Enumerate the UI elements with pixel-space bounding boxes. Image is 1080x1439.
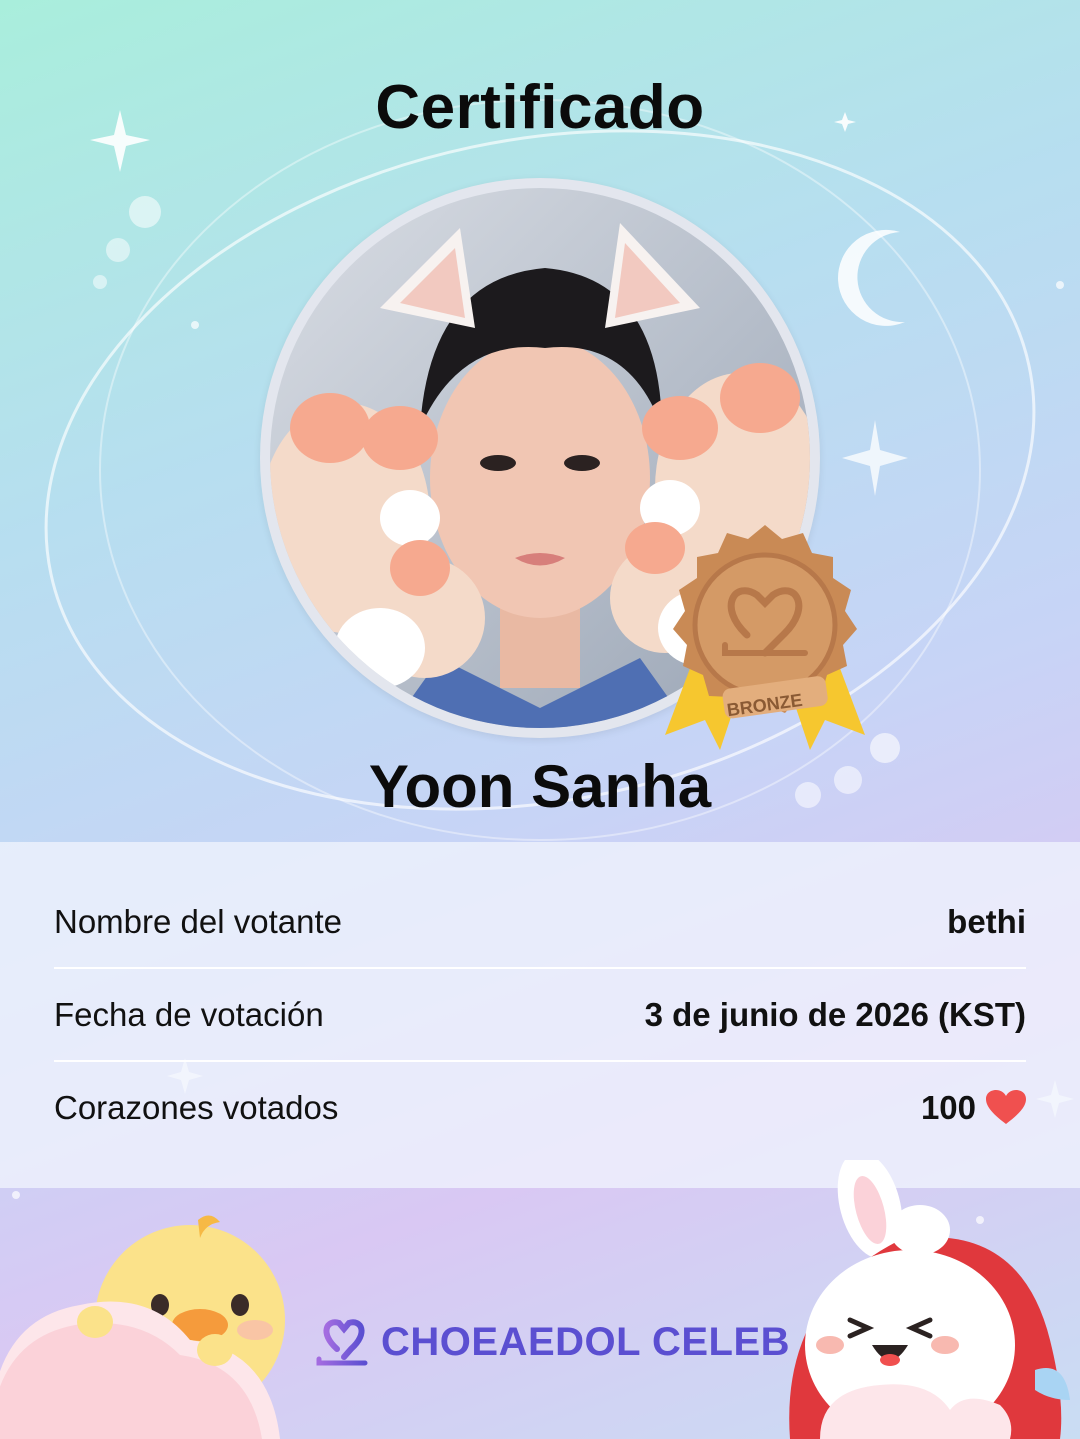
bronze-medal-icon: BRONZE — [665, 525, 865, 750]
detail-label: Corazones votados — [54, 1089, 339, 1126]
brand-name: CHOEAEDOL CELEB — [381, 1319, 791, 1364]
detail-value: 100 — [920, 1089, 976, 1126]
hearts-value-group: 100 — [921, 1089, 1026, 1127]
detail-row-date: Fecha de votación 3 de junio de 2026 (KS… — [54, 969, 1026, 1061]
bunny-mascot-icon — [789, 1160, 1070, 1439]
detail-value: bethi — [947, 903, 1026, 940]
detail-label: Fecha de votación — [54, 996, 324, 1033]
detail-value: 3 de junio de 2026 (KST) — [644, 996, 1026, 1033]
certificate-details: Nombre del votante bethi Fecha de votaci… — [0, 842, 1080, 1188]
brand-logo: CHOEAEDOL CELEB — [315, 1312, 790, 1372]
certificate-title: Certificado — [375, 73, 705, 142]
heart-icon — [986, 1090, 1026, 1124]
chick-mascot-icon — [0, 1215, 285, 1439]
idol-name: Yoon Sanha — [368, 753, 712, 820]
detail-row-voter: Nombre del votante bethi — [54, 876, 1026, 968]
detail-label: Nombre del votante — [54, 903, 342, 940]
choeaedol-logo-icon — [316, 1319, 368, 1366]
detail-row-hearts: Corazones votados 100 — [54, 1062, 1026, 1154]
